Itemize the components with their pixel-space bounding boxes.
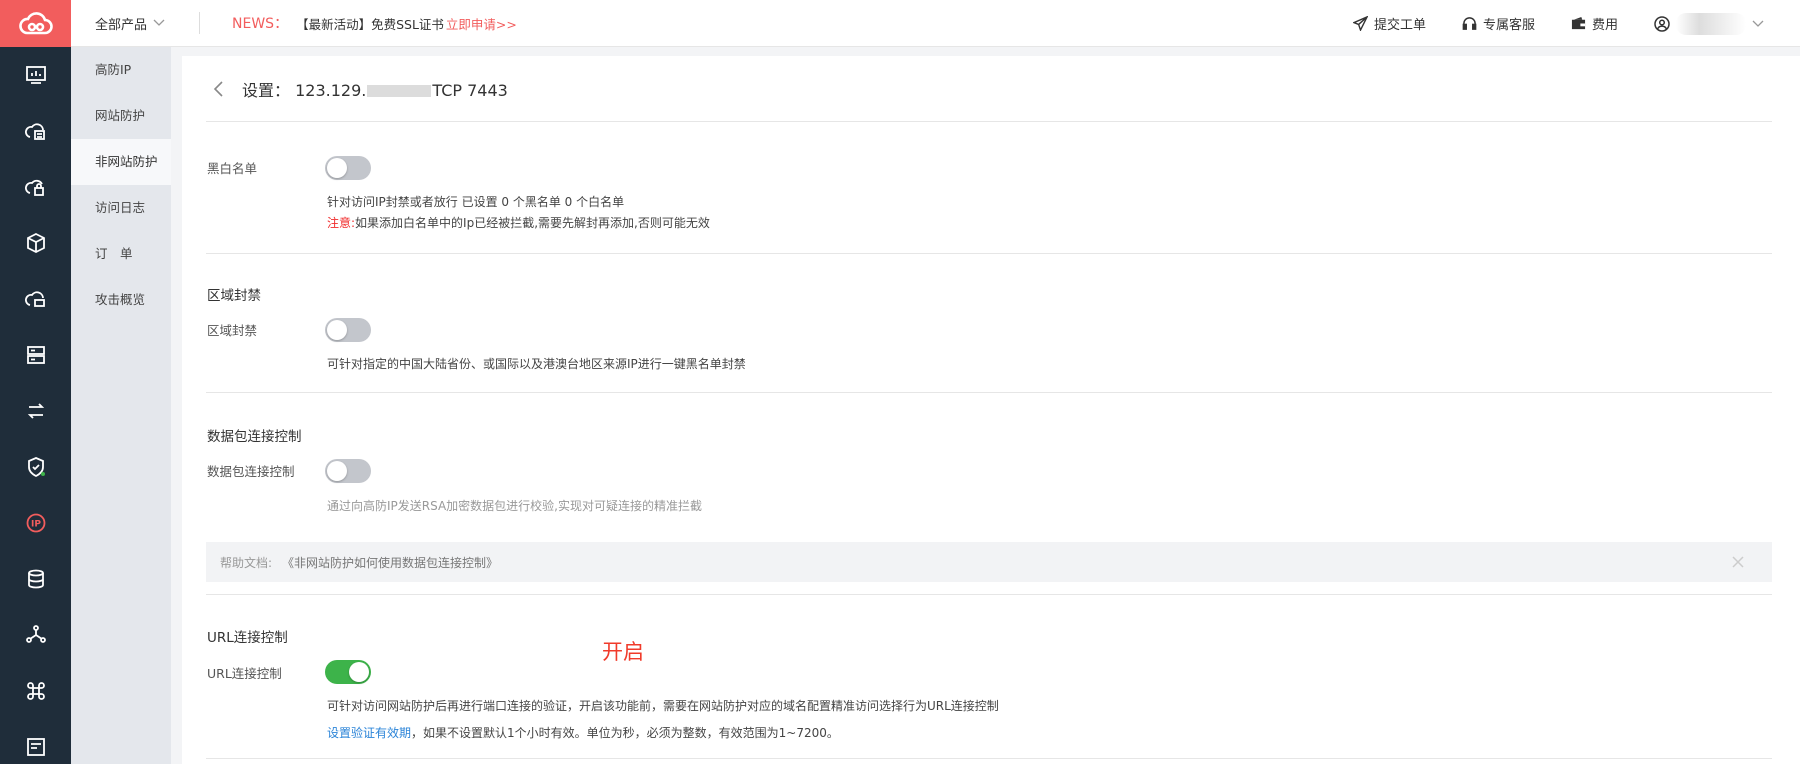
toggle-knob [327,158,347,178]
region-toggle[interactable] [325,318,371,342]
cloud-logo-icon[interactable] [0,0,71,47]
paper-plane-icon [1352,16,1368,31]
validity-note-text: ，如果不设置默认1个小时有效。单位为秒，必须为整数，有效范围为1~7200。 [411,726,839,740]
headset-icon [1462,17,1477,30]
help-doc-bar: 帮助文档: 《非网站防护如何使用数据包连接控制》 [206,542,1772,582]
chevron-down-icon [153,19,165,26]
url-toggle[interactable] [325,660,371,684]
toggle-knob [327,320,347,340]
cloud-lock-icon[interactable] [0,159,71,215]
ip-address-part: 123.129. [295,80,367,100]
sidebar-item-orders[interactable]: 订 单 [71,231,171,277]
section-divider [206,392,1772,393]
billing-button[interactable]: 费用 [1571,14,1618,33]
shield-check-icon[interactable] [0,439,71,495]
ip-shield-icon[interactable]: IP [0,495,71,551]
toggle-knob [327,461,347,481]
cube-icon[interactable] [0,215,71,271]
help-doc-label: 帮助文档: [220,555,273,570]
news-label: NEWS： [232,16,289,32]
chevron-down-icon [1752,20,1764,27]
back-button[interactable] [206,77,230,101]
cloud-server-icon[interactable] [0,103,71,159]
help-doc-link[interactable]: 《非网站防护如何使用数据包连接控制》 [282,554,498,571]
dashboard-icon[interactable] [0,47,71,103]
packet-toggle[interactable] [325,459,371,483]
note-text: 如果添加白名单中的Ip已经被拦截,需要先解封再添加,否则可能无效 [355,216,710,230]
toggle-knob [349,662,369,682]
submit-ticket-label: 提交工单 [1373,18,1426,33]
blacklist-toggle[interactable] [325,156,371,180]
blacklist-note: 注意:如果添加白名单中的Ip已经被拦截,需要先解封再添加,否则可能无效 [327,214,710,231]
url-label: URL连接控制 [207,666,282,681]
all-products-dropdown[interactable]: 全部产品 [71,12,201,34]
icon-sidebar: IP [0,0,71,764]
sidebar-item-non-website-protection[interactable]: 非网站防护 [71,139,171,185]
database-icon[interactable] [0,551,71,607]
chevron-left-icon [213,80,223,97]
submit-ticket-button[interactable]: 提交工单 [1352,14,1426,33]
packet-label: 数据包连接控制 [207,464,295,479]
sidebar-item-high-defense-ip[interactable]: 高防IP [71,47,171,93]
packet-section-title: 数据包连接控制 [207,429,302,445]
annotation-open-label: 开启 [602,640,644,664]
region-description: 可针对指定的中国大陆省份、或国际以及港澳台地区来源IP进行一键黑名单封禁 [327,357,746,371]
username-redacted [1676,12,1746,35]
blacklist-label: 黑白名单 [207,161,258,176]
page-title: 设置： 123.129. TCP 7443 [242,77,508,101]
news-bar: NEWS： 【最新活动】免费SSL证书 立即申请>> [200,13,517,33]
report-icon[interactable] [0,719,71,764]
news-apply-link[interactable]: 立即申请>> [446,14,517,33]
blacklist-description: 针对访问IP封禁或者放行 已设置 0 个黑名单 0 个白名单 [327,195,625,209]
url-description: 可针对访问网站防护后再进行端口连接的验证，开启该功能前，需要在网站防护对应的域名… [327,699,999,713]
region-label: 区域封禁 [207,323,258,338]
section-divider [206,594,1772,595]
sidebar-item-access-log[interactable]: 访问日志 [71,185,171,231]
svg-text:IP: IP [31,520,41,530]
secondary-sidebar: 高防IP 网站防护 非网站防护 访问日志 订 单 攻击概览 [71,47,171,764]
url-section-title: URL连接控制 [207,630,288,646]
all-products-label: 全部产品 [95,17,148,33]
wallet-icon [1571,16,1586,30]
region-section-title: 区域封禁 [207,288,261,304]
section-divider [206,758,1772,759]
settings-panel: 设置： 123.129. TCP 7443 黑白名单 针对访问IP封禁或者放行 已… [182,56,1800,764]
network-icon[interactable] [0,607,71,663]
customer-service-button[interactable]: 专属客服 [1462,14,1535,33]
section-divider [206,253,1772,254]
page-header: 设置： 123.129. TCP 7443 [206,56,1772,122]
news-text: 【最新活动】免费SSL证书 [296,16,444,32]
command-icon[interactable] [0,663,71,719]
user-menu[interactable] [1654,12,1764,35]
note-label: 注意: [327,216,356,230]
top-header: 全部产品 NEWS： 【最新活动】免费SSL证书 立即申请>> 提交工单 专属客… [71,0,1800,47]
packet-description: 通过向高防IP发送RSA加密数据包进行校验,实现对可疑连接的精准拦截 [327,499,702,513]
transfer-icon[interactable] [0,383,71,439]
sidebar-item-attack-overview[interactable]: 攻击概览 [71,277,171,323]
close-icon[interactable] [1728,552,1748,572]
title-prefix: 设置： [242,80,291,100]
port-info: TCP 7443 [432,80,508,100]
sidebar-item-website-protection[interactable]: 网站防护 [71,93,171,139]
header-actions: 提交工单 专属客服 费用 [1352,0,1764,47]
user-avatar-icon [1654,15,1670,32]
validity-setting-link[interactable]: 设置验证有效期 [327,726,411,740]
ip-redacted [367,85,432,97]
url-validity-note: 设置验证有效期，如果不设置默认1个小时有效。单位为秒，必须为整数，有效范围为1~… [327,724,839,741]
cloud-device-icon[interactable] [0,271,71,327]
server-rack-icon[interactable] [0,327,71,383]
billing-label: 费用 [1591,18,1618,33]
customer-service-label: 专属客服 [1482,18,1535,33]
